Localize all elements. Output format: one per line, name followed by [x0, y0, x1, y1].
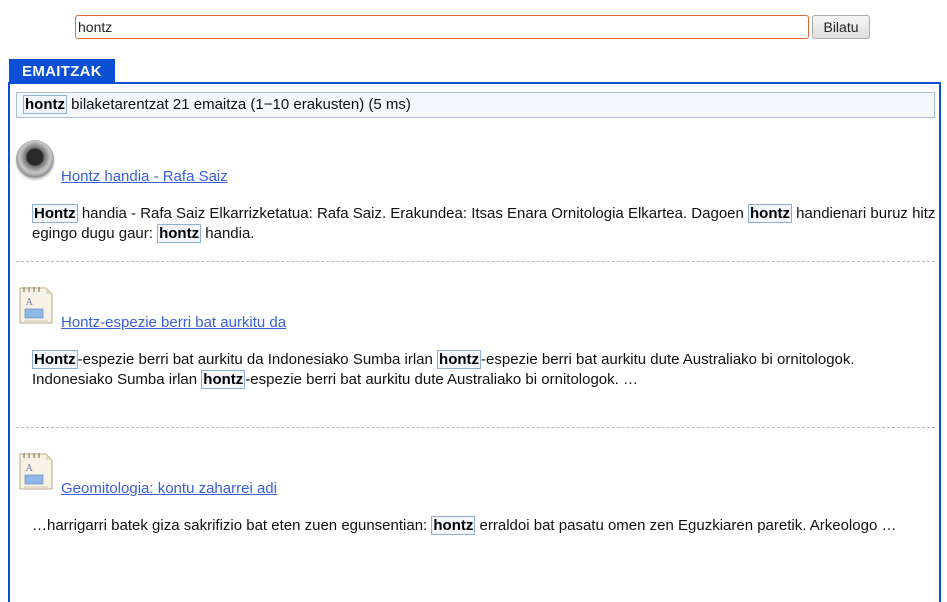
speaker-icon	[16, 140, 56, 180]
snippet-text: …harrigarri batek giza sakrifizio bat et…	[32, 517, 432, 534]
result-divider	[16, 261, 935, 262]
summary-search-term: hontz	[23, 95, 67, 114]
highlighted-term: Hontz	[32, 350, 78, 369]
snippet-text: -espezie berri bat aurkitu dute Australi…	[245, 371, 638, 388]
svg-text:A: A	[25, 298, 33, 308]
result-title-link[interactable]: Geomitologia: kontu zaharrei adi	[61, 480, 277, 497]
result-snippet: Hontz handia - Rafa Saiz Elkarrizketatua…	[32, 204, 936, 244]
result-title-link[interactable]: Hontz handia - Rafa Saiz	[61, 168, 228, 185]
result-snippet: Hontz -espezie berri bat aurkitu da Indon…	[32, 350, 936, 390]
search-button[interactable]: Bilatu	[812, 15, 870, 39]
highlighted-term: hontz	[157, 224, 202, 243]
highlighted-term: hontz	[437, 350, 482, 369]
result-divider	[16, 427, 935, 428]
highlighted-term: Hontz	[32, 204, 78, 223]
document-icon: A	[16, 451, 56, 491]
highlighted-term: hontz	[748, 204, 792, 223]
highlighted-term: hontz	[431, 516, 476, 535]
search-input[interactable]	[75, 15, 809, 39]
snippet-text: handia.	[201, 225, 255, 242]
document-icon: A	[16, 285, 56, 325]
results-panel: hontz bilaketarentzat 21 emaitza (1−10 e…	[8, 82, 941, 602]
result-title-link[interactable]: Hontz-espezie berri bat aurkitu da	[61, 314, 286, 331]
snippet-text: erraldoi bat pasatu omen zen Eguzkiaren …	[475, 517, 897, 534]
highlighted-term: hontz	[201, 370, 246, 389]
summary-text: bilaketarentzat 21 emaitza (1−10 erakust…	[66, 96, 411, 113]
snippet-text: -espezie berri bat aurkitu da Indonesiak…	[77, 351, 438, 368]
results-tab[interactable]: EMAITZAK	[9, 59, 115, 83]
snippet-text: handia - Rafa Saiz Elkarrizketatua: Rafa…	[77, 205, 749, 222]
result-snippet: …harrigarri batek giza sakrifizio bat et…	[32, 516, 936, 536]
svg-text:A: A	[25, 464, 33, 474]
results-summary: hontz bilaketarentzat 21 emaitza (1−10 e…	[16, 92, 935, 118]
